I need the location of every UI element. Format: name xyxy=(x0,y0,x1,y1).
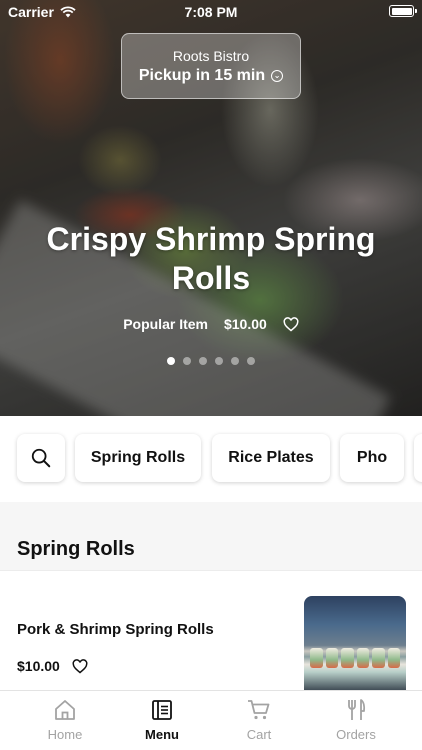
category-bar: Spring Rolls Rice Plates Pho xyxy=(0,416,422,502)
carousel-dot[interactable] xyxy=(231,357,239,365)
category-chip-spring-rolls[interactable]: Spring Rolls xyxy=(75,434,201,482)
tab-menu-label: Menu xyxy=(145,727,179,742)
item-name: Pork & Shrimp Spring Rolls xyxy=(17,621,214,638)
carousel-dots[interactable] xyxy=(0,357,422,365)
hero-meta: Popular Item $10.00 xyxy=(0,316,422,332)
home-icon xyxy=(55,700,75,720)
tab-cart[interactable]: Cart xyxy=(219,699,299,742)
search-button[interactable] xyxy=(17,434,65,482)
section-title: Spring Rolls xyxy=(17,538,135,560)
hero-price: $10.00 xyxy=(223,316,267,332)
search-icon xyxy=(31,448,51,468)
utensils-icon xyxy=(348,699,366,720)
category-chip-pho[interactable]: Pho xyxy=(340,434,404,482)
tab-cart-label: Cart xyxy=(246,727,272,742)
cart-icon xyxy=(248,700,270,720)
tab-bar: Home Menu Cart Orders xyxy=(0,690,422,750)
tab-home[interactable]: Home xyxy=(25,699,105,742)
item-price-row: $10.00 xyxy=(17,658,88,674)
battery-icon xyxy=(389,5,417,17)
chevron-down-icon: ⌄ xyxy=(271,70,284,82)
item-price: $10.00 xyxy=(17,658,60,674)
carousel-dot[interactable] xyxy=(183,357,191,365)
category-chip-rice-plates[interactable]: Rice Plates xyxy=(212,434,330,482)
status-time: 7:08 PM xyxy=(184,4,238,20)
pickup-selector[interactable]: Roots Bistro Pickup in 15 min ⌄ xyxy=(121,33,301,99)
carousel-dot[interactable] xyxy=(247,357,255,365)
restaurant-name: Roots Bistro xyxy=(172,48,250,64)
menu-item-card[interactable]: Pork & Shrimp Spring Rolls $10.00 xyxy=(0,570,422,691)
carousel-dot[interactable] xyxy=(167,357,175,365)
heart-icon[interactable] xyxy=(283,316,299,332)
pickup-time: Pickup in 15 min ⌄ xyxy=(122,67,300,85)
tab-orders-label: Orders xyxy=(336,727,376,742)
category-chip-next[interactable] xyxy=(414,434,422,482)
item-photo-rolls xyxy=(310,648,400,668)
carousel-dot[interactable] xyxy=(215,357,223,365)
hero-title: Crispy Shrimp Spring Rolls xyxy=(46,221,376,296)
item-photo[interactable] xyxy=(304,596,406,691)
pickup-label: Pickup in 15 min xyxy=(138,67,266,84)
tab-orders[interactable]: Orders xyxy=(316,699,396,742)
menu-icon xyxy=(152,700,172,720)
tab-home-label: Home xyxy=(47,727,83,742)
status-bar: Carrier 7:08 PM xyxy=(0,0,422,24)
heart-icon[interactable] xyxy=(72,658,88,674)
tab-menu[interactable]: Menu xyxy=(122,699,202,742)
carousel-dot[interactable] xyxy=(199,357,207,365)
popular-badge: Popular Item xyxy=(123,316,208,332)
